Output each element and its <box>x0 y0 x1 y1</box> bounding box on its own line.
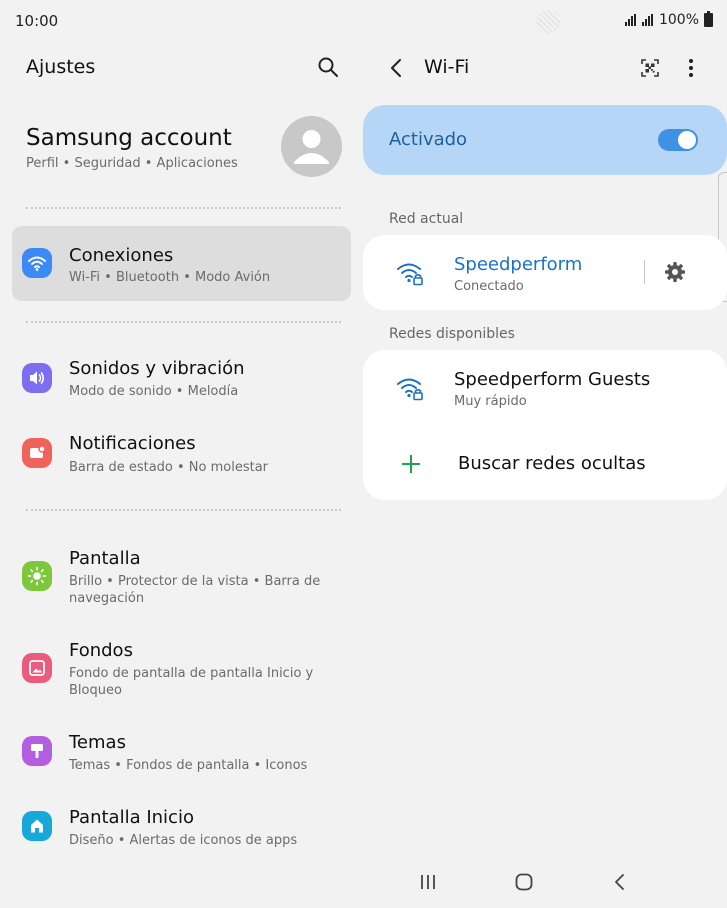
network-item[interactable]: Speedperform Guests Muy rápido <box>363 350 727 425</box>
menu-item-label: Notificaciones <box>69 433 196 454</box>
back-button-icon[interactable] <box>612 872 628 892</box>
home-button-icon[interactable] <box>514 872 534 892</box>
available-networks-card: Speedperform Guests Muy rápido Buscar re… <box>363 350 727 500</box>
divider <box>26 509 341 511</box>
current-network-label: Red actual <box>389 211 464 227</box>
menu-item-fondos[interactable]: Fondos Fondo de pantalla de pantalla Ini… <box>12 627 351 711</box>
menu-item-label: Sonidos y vibración <box>69 358 245 379</box>
wifi-locked-icon <box>397 263 423 286</box>
settings-title: Ajustes <box>26 56 96 78</box>
menu-item-subtitle: Wi-Fi • Bluetooth • Modo Avión <box>69 270 271 285</box>
plus-icon <box>402 455 420 473</box>
back-arrow-icon[interactable] <box>384 55 410 81</box>
current-network-card[interactable]: Speedperform Conectado <box>363 235 727 310</box>
menu-item-sonidos[interactable]: Sonidos y vibración Modo de sonido • Mel… <box>12 345 351 413</box>
status-time: 10:00 <box>15 12 59 30</box>
network-name: Speedperform Guests <box>454 369 651 390</box>
menu-item-notificaciones[interactable]: Notificaciones Barra de estado • No mole… <box>12 420 351 488</box>
speaker-icon <box>22 363 52 393</box>
signal-icon <box>624 14 636 26</box>
brush-icon <box>22 736 52 766</box>
current-network-status: Conectado <box>454 279 524 294</box>
divider <box>26 321 341 323</box>
wifi-locked-icon <box>397 378 423 401</box>
wifi-toggle-label: Activado <box>389 129 468 150</box>
current-network-name: Speedperform <box>454 254 583 275</box>
wifi-icon <box>22 248 52 278</box>
sun-icon <box>22 561 52 591</box>
switch-knob <box>678 131 696 149</box>
menu-item-pantalla-inicio[interactable]: Pantalla Inicio Diseño • Alertas de icon… <box>12 794 351 862</box>
avatar[interactable] <box>281 116 342 177</box>
menu-item-subtitle: Brillo • Protector de la vista • Barra d… <box>69 574 321 606</box>
more-options-icon[interactable] <box>680 55 702 81</box>
account-name: Samsung account <box>26 125 232 151</box>
page-title: Wi-Fi <box>424 56 470 78</box>
gear-icon[interactable] <box>663 260 687 284</box>
recent-apps-icon[interactable] <box>418 872 438 892</box>
divider <box>26 207 341 209</box>
status-indicators: 100% <box>624 11 713 28</box>
network-status: Muy rápido <box>454 394 527 409</box>
menu-item-subtitle: Temas • Fondos de pantalla • Iconos <box>69 758 308 773</box>
status-bar: 10:00 100% <box>0 0 727 44</box>
menu-item-pantalla[interactable]: Pantalla Brillo • Protector de la vista … <box>12 535 351 619</box>
menu-item-subtitle: Modo de sonido • Melodía <box>69 384 239 399</box>
available-networks-label: Redes disponibles <box>389 326 515 342</box>
menu-item-temas[interactable]: Temas Temas • Fondos de pantalla • Icono… <box>12 719 351 787</box>
qr-code-icon[interactable] <box>637 55 663 81</box>
menu-item-label: Fondos <box>69 640 133 661</box>
search-icon[interactable] <box>316 55 340 79</box>
separator <box>644 260 645 284</box>
signal-icon <box>641 14 653 26</box>
menu-item-subtitle: Barra de estado • No molestar <box>69 460 269 475</box>
wifi-switch[interactable] <box>658 129 698 151</box>
search-hidden-label: Buscar redes ocultas <box>458 453 646 474</box>
wifi-toggle-card[interactable]: Activado <box>363 105 727 175</box>
search-hidden-networks[interactable]: Buscar redes ocultas <box>363 430 727 495</box>
battery-icon <box>704 11 713 27</box>
menu-item-label: Pantalla <box>69 548 141 569</box>
home-icon <box>22 811 52 841</box>
menu-item-subtitle: Diseño • Alertas de iconos de apps <box>69 833 298 848</box>
image-icon <box>22 653 52 683</box>
battery-percent: 100% <box>658 12 699 28</box>
account-subtitle: Perfil • Seguridad • Aplicaciones <box>26 156 238 171</box>
person-icon <box>294 130 329 164</box>
menu-item-label: Temas <box>69 732 126 753</box>
samsung-account[interactable]: Samsung account Perfil • Seguridad • Apl… <box>12 108 352 188</box>
menu-item-label: Conexiones <box>69 245 174 266</box>
front-camera <box>536 10 560 34</box>
menu-item-subtitle: Fondo de pantalla de pantalla Inicio y B… <box>69 666 314 698</box>
menu-item-conexiones[interactable]: Conexiones Wi-Fi • Bluetooth • Modo Avió… <box>12 226 351 301</box>
notification-icon <box>22 438 52 468</box>
menu-item-label: Pantalla Inicio <box>69 807 194 828</box>
